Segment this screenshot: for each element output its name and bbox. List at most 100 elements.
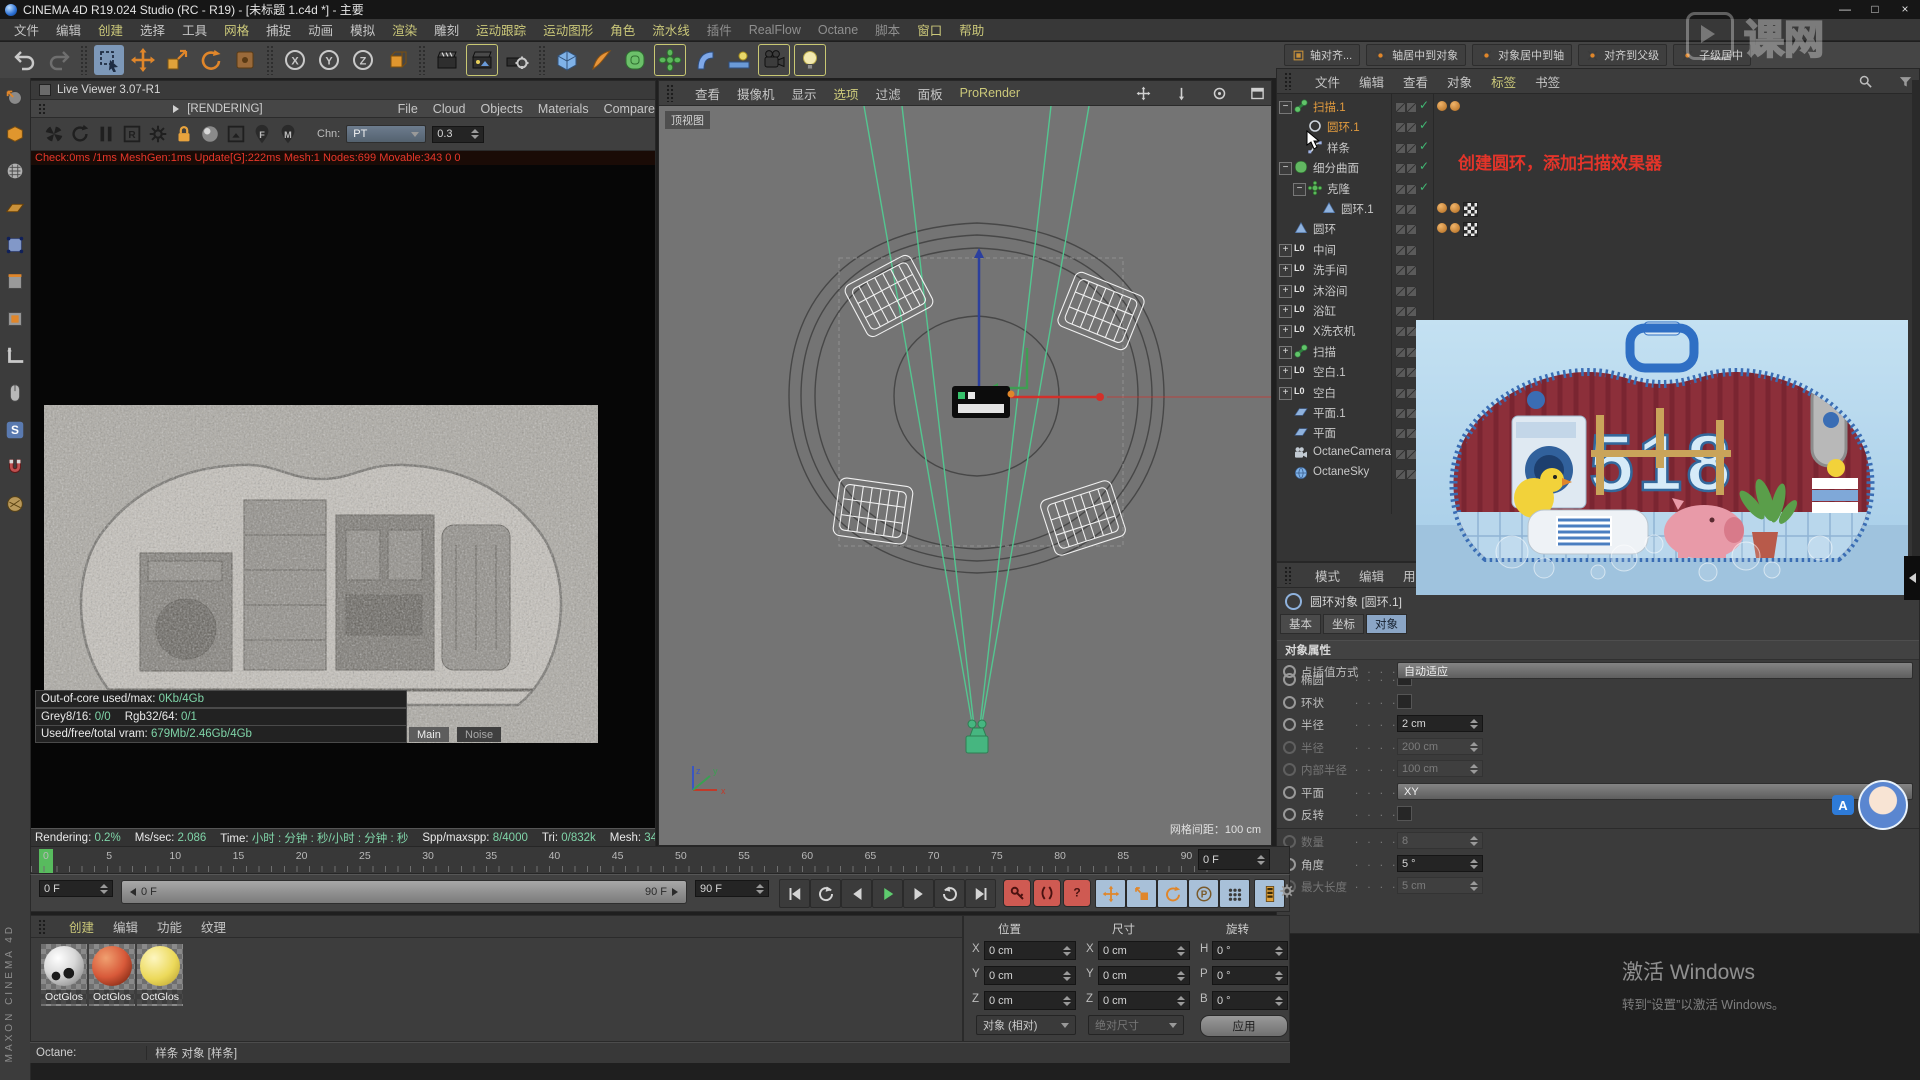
lv-pause-icon[interactable]	[93, 121, 119, 147]
palette-polygons-mode-icon[interactable]	[2, 306, 28, 332]
palette-axis-mode-icon[interactable]	[2, 343, 28, 369]
palette-texture-mode-icon[interactable]	[2, 158, 28, 184]
enabled-check-icon[interactable]: ✓	[1419, 118, 1429, 132]
menu-item-main[interactable]: 运动图形	[543, 20, 593, 39]
visibility-toggle[interactable]	[1406, 122, 1417, 133]
om-filter-icon[interactable]	[1898, 74, 1913, 89]
coords-input[interactable]: 0 cm	[984, 991, 1076, 1010]
toolbar-primitive-cube-icon[interactable]	[552, 45, 582, 75]
visibility-toggle[interactable]	[1406, 245, 1417, 256]
menu-item-mat[interactable]: 功能	[157, 917, 182, 936]
toolbar-environment-floor-icon[interactable]	[724, 45, 754, 75]
menu-item-viewport[interactable]: 选项	[834, 84, 859, 103]
visibility-toggle[interactable]	[1395, 204, 1406, 215]
transport-record-help-button[interactable]: ?	[1063, 879, 1091, 907]
drag-grip[interactable]	[38, 919, 46, 934]
toolbar-coord-system-icon[interactable]	[382, 45, 412, 75]
menu-item-main[interactable]: 雕刻	[434, 20, 459, 39]
object-row[interactable]: +L0中间	[1277, 239, 1919, 259]
transport-play-forward-button[interactable]	[872, 879, 903, 908]
lv-picture-frame-icon[interactable]	[223, 121, 249, 147]
viewport-pan-view-icon[interactable]	[1136, 86, 1151, 101]
menu-item-viewport[interactable]: 过滤	[876, 84, 901, 103]
attribute-checkbox[interactable]	[1397, 806, 1412, 821]
menu-item-attr[interactable]: 编辑	[1359, 566, 1384, 585]
attribute-spinner[interactable]: 200 cm	[1397, 738, 1483, 755]
menu-item-main[interactable]: 脚本	[875, 20, 900, 39]
menu-item-mat[interactable]: 纹理	[201, 917, 226, 936]
lv-pin-focus-icon[interactable]: F	[249, 121, 275, 147]
drag-grip[interactable]	[666, 84, 674, 102]
coords-input[interactable]: 0 cm	[984, 941, 1076, 960]
texture-tag-icon[interactable]	[1463, 222, 1478, 237]
viewport-canvas[interactable]: xzy	[659, 106, 1271, 846]
lv-tab-main[interactable]: Main	[409, 727, 449, 742]
visibility-toggle[interactable]	[1395, 326, 1406, 337]
visibility-toggle[interactable]	[1406, 102, 1417, 113]
menu-item-mat[interactable]: 编辑	[113, 917, 138, 936]
material-thumbnail[interactable]: OctGlos	[41, 944, 87, 1006]
object-row[interactable]: +L0沐浴间	[1277, 280, 1919, 300]
coords-input[interactable]: 0 cm	[984, 966, 1076, 985]
menu-item-om[interactable]: 书签	[1535, 72, 1560, 91]
coords-input[interactable]: 0 °	[1212, 966, 1288, 985]
lv-settings-icon[interactable]	[145, 121, 171, 147]
palette-paint-icon[interactable]	[2, 491, 28, 517]
channel-spinner[interactable]: 0.3	[432, 126, 484, 143]
coords-input[interactable]: 0 °	[1212, 941, 1288, 960]
toolbar-redo-icon[interactable]	[44, 45, 74, 75]
menu-item-viewport[interactable]: 显示	[792, 84, 817, 103]
object-row[interactable]: +L0浴缸	[1277, 300, 1919, 320]
transport-record-auto-button[interactable]	[1033, 879, 1061, 907]
tree-expander[interactable]: +	[1279, 264, 1292, 277]
viewport-rotate-view-icon[interactable]	[1212, 86, 1227, 101]
menu-item-main[interactable]: RealFlow	[749, 23, 801, 37]
tree-expander[interactable]: +	[1279, 325, 1292, 338]
coords-apply-button[interactable]: 应用	[1200, 1015, 1288, 1037]
viewport-zoom-view-icon[interactable]	[1174, 86, 1189, 101]
transport-play-cycle-button[interactable]	[934, 879, 965, 908]
toolbar-last-tool-icon[interactable]	[230, 45, 260, 75]
palette-workplane-mode-icon[interactable]	[2, 195, 28, 221]
visibility-toggle[interactable]	[1395, 388, 1406, 399]
menu-item-main[interactable]: 捕捉	[266, 20, 291, 39]
material-tag-icon[interactable]	[1437, 223, 1447, 233]
transport-goto-start-button[interactable]	[779, 879, 810, 908]
attribute-dropdown[interactable]: 自动适应	[1397, 662, 1913, 679]
drag-grip[interactable]	[1284, 566, 1292, 584]
toolbar-live-selection-icon[interactable]	[94, 45, 124, 75]
menu-item-main[interactable]: 角色	[610, 20, 635, 39]
palette-points-mode-icon[interactable]	[2, 232, 28, 258]
palette-make-editable-icon[interactable]	[2, 84, 28, 110]
coords-mode-dropdown[interactable]: 对象 (相对)	[976, 1015, 1076, 1035]
transport-record-key-button[interactable]	[1003, 879, 1031, 907]
visibility-toggle[interactable]	[1406, 224, 1417, 235]
menu-item-main[interactable]: 创建	[98, 20, 123, 39]
visibility-toggle[interactable]	[1406, 204, 1417, 215]
menu-item-main[interactable]: 窗口	[917, 20, 942, 39]
material-thumbnail[interactable]: OctGlos	[137, 944, 183, 1006]
tree-expander[interactable]: +	[1279, 366, 1292, 379]
object-row[interactable]: 圆环.1	[1277, 198, 1919, 218]
attribute-spinner[interactable]: 2 cm	[1397, 715, 1483, 732]
toolbar-render-picture-viewer-icon[interactable]	[466, 44, 498, 76]
toolbar-rotate-icon[interactable]	[196, 45, 226, 75]
live-viewer-menu-item[interactable]: File	[398, 102, 418, 116]
object-row[interactable]: −扫描.1✓	[1277, 96, 1919, 116]
object-row[interactable]: 圆环	[1277, 218, 1919, 238]
attr-tab[interactable]: 对象	[1366, 614, 1407, 634]
attribute-spinner[interactable]: 100 cm	[1397, 760, 1483, 777]
current-frame-spinner[interactable]: 0 F	[39, 880, 113, 897]
panel-collapse-handle[interactable]	[1904, 556, 1920, 600]
viewport-maximize-view-icon[interactable]	[1250, 86, 1265, 101]
menu-item-attr[interactable]: 模式	[1315, 566, 1340, 585]
menu-item-om[interactable]: 编辑	[1359, 72, 1384, 91]
coords-input[interactable]: 0 °	[1212, 991, 1288, 1010]
end-frame-spinner[interactable]: 90 F	[695, 880, 769, 897]
coords-size-dropdown[interactable]: 绝对尺寸	[1088, 1015, 1184, 1035]
material-tag-icon[interactable]	[1437, 203, 1447, 213]
menu-item-main[interactable]: 网格	[224, 20, 249, 39]
tree-expander[interactable]: +	[1279, 387, 1292, 400]
palette-model-mode-icon[interactable]	[2, 121, 28, 147]
tree-expander[interactable]: −	[1279, 101, 1292, 114]
